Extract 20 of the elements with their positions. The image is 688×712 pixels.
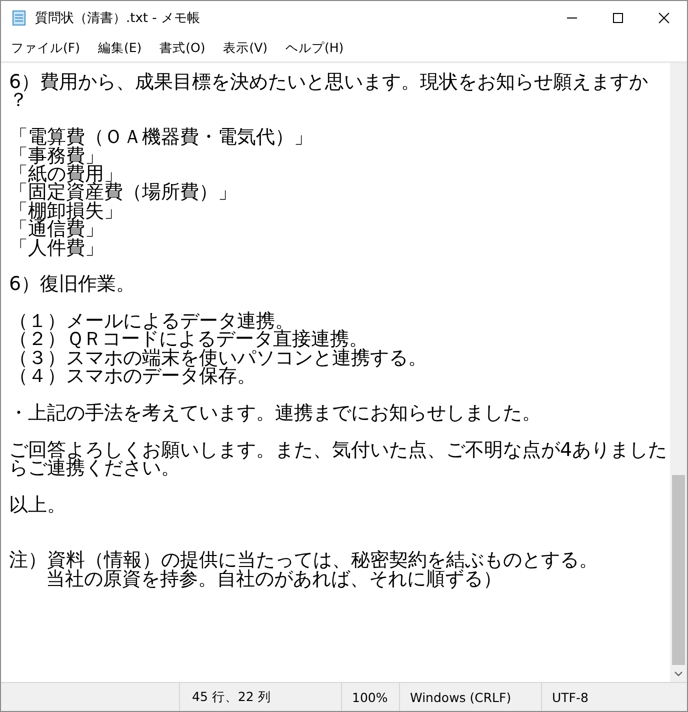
menu-item[interactable]: 表示(V) [217,36,274,60]
scrollbar-thumb[interactable] [672,475,685,665]
zoom-level: 100% [352,690,388,704]
text-line: 「人件費」 [9,236,104,259]
menu-item[interactable]: ファイル(F) [5,36,86,60]
maximize-icon [612,12,624,24]
text-line: 6）復旧作業。 [9,273,136,296]
line-ending: Windows (CRLF) [410,690,512,704]
window-title: 質問状（清書）.txt - メモ帳 [35,10,201,27]
encoding: UTF-8 [552,690,588,704]
close-icon [658,12,670,24]
scrollbar[interactable] [670,63,687,682]
text-line: ・上記の手法を考えています。連携までにお知らせしました。 [9,402,541,424]
menu-item[interactable]: ヘルプ(H) [280,36,350,60]
menu-item[interactable]: 編集(E) [92,36,148,60]
text-line: 以上。 [9,494,66,516]
notepad-icon [11,10,27,26]
text-line: 6）費用から、成果目標を決めたいと思います。現状をお知らせ願えますか [9,71,648,93]
cursor-position: 45 行、22 列 [192,688,271,706]
menu-item[interactable]: 書式(O) [154,36,212,60]
